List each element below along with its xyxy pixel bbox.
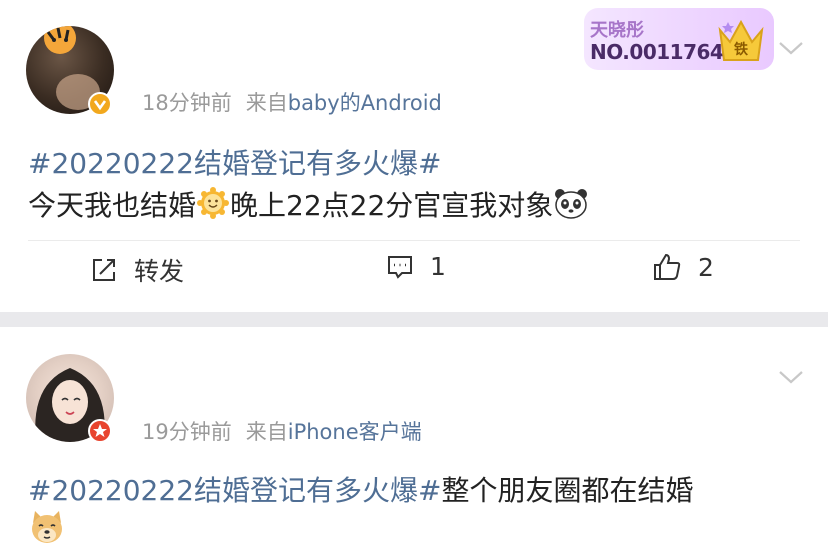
chevron-down-icon[interactable] <box>778 40 804 56</box>
repost-icon <box>93 259 115 281</box>
crown-icon: 铁 <box>718 19 764 61</box>
repost-button[interactable]: 转发 <box>90 252 184 288</box>
post-body: 今天我也结婚 晚上22点22分官宣我对象 <box>28 184 589 224</box>
post-source-device[interactable]: iPhone客户端 <box>288 420 422 444</box>
panda-emoji-icon <box>555 189 588 219</box>
like-count: 2 <box>698 252 714 282</box>
chevron-down-icon[interactable] <box>778 369 804 385</box>
hashtag-link[interactable]: #20220222结婚登记有多火爆# <box>28 474 441 507</box>
sun-face-emoji-icon <box>197 187 230 219</box>
comment-button[interactable]: 1 <box>386 252 446 281</box>
repost-label: 转发 <box>134 257 185 286</box>
fan-badge[interactable]: 天晓彤 NO.0011764 铁 <box>584 8 774 70</box>
thumbs-up-icon <box>654 253 681 280</box>
verified-badge-icon <box>88 419 112 443</box>
weibo-post-1: 18分钟前 来自baby的Android 天晓彤 NO.0011764 铁 #20… <box>0 0 828 312</box>
post-body-text: 整个朋友圈都在结婚 <box>441 474 694 507</box>
post-time: 19分钟前 <box>142 420 232 444</box>
divider <box>28 240 800 241</box>
weibo-post-2: 19分钟前 来自iPhone客户端 #20220222结婚登记有多火爆#整个朋友圈… <box>0 327 828 555</box>
post-source-label: 来自 <box>245 91 288 115</box>
post-meta: 19分钟前 来自iPhone客户端 <box>142 416 422 446</box>
fan-badge-title: 天晓彤 <box>590 20 644 41</box>
doge-emoji-icon <box>28 509 66 549</box>
hashtag-link[interactable]: #20220222结婚登记有多火爆# <box>28 147 441 180</box>
post-meta: 18分钟前 来自baby的Android <box>142 87 442 117</box>
fan-badge-number: NO.0011764 <box>590 40 724 64</box>
post-body: #20220222结婚登记有多火爆#整个朋友圈都在结婚 <box>28 469 693 509</box>
crown-label: 铁 <box>734 41 748 58</box>
post-hashtag[interactable]: #20220222结婚登记有多火爆# <box>28 142 441 182</box>
post-source-label: 来自 <box>245 420 288 444</box>
post-body-text-2: 晚上22点22分官宣我对象 <box>230 189 554 222</box>
comment-icon <box>388 255 412 279</box>
post-source-device[interactable]: baby的Android <box>288 91 442 115</box>
verified-badge-icon <box>88 92 112 116</box>
post-body-text-1: 今天我也结婚 <box>28 189 197 222</box>
comment-count: 1 <box>430 252 446 281</box>
like-button[interactable]: 2 <box>652 252 714 282</box>
post-time: 18分钟前 <box>142 91 232 115</box>
